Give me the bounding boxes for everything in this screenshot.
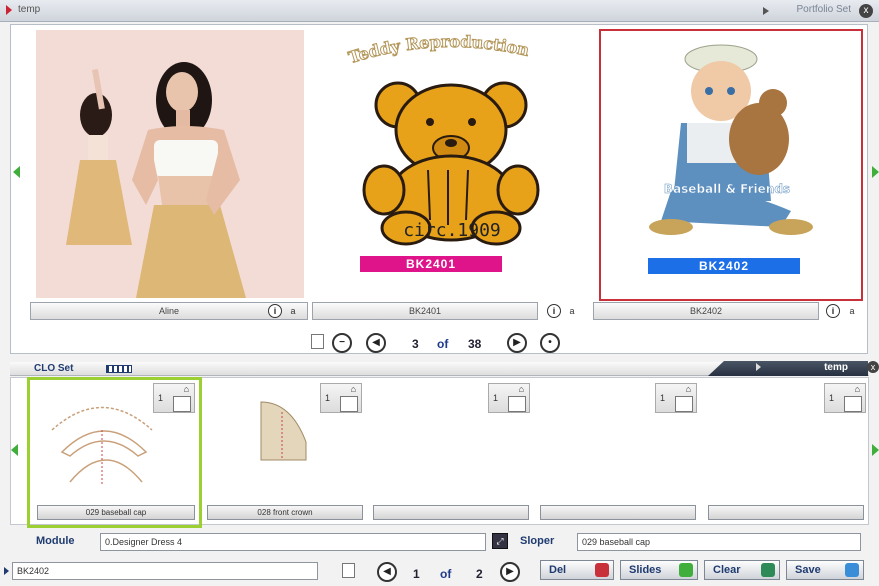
sloper-field[interactable]: 029 baseball cap — [577, 533, 861, 551]
clo-set-label: CLO Set — [34, 363, 74, 374]
save-button[interactable]: Save — [786, 560, 864, 580]
slides-button[interactable]: Slides — [620, 560, 698, 580]
gallery-card-bk2401[interactable]: Teddy Reproduction circ.1909 BK2401 — [318, 30, 586, 298]
delete-button[interactable]: Del — [540, 560, 614, 580]
lock-icon[interactable]: ⌂ — [519, 384, 524, 394]
thumb-caption — [373, 505, 529, 520]
prev-page-icon[interactable]: ◀ — [366, 333, 386, 353]
gallery-caption-bk2402[interactable]: BK2402 — [593, 302, 819, 320]
module-label: Module — [36, 535, 75, 547]
svg-text:Teddy Reproduction: Teddy Reproduction — [346, 32, 531, 67]
thumb-controls: 1 ⌂ — [488, 383, 530, 413]
thumb-controls: 1 ⌂ — [655, 383, 697, 413]
teddy-title-text: Teddy Reproduction — [346, 31, 532, 67]
caption-text: Aline — [158, 306, 179, 316]
prev-page-icon[interactable]: ◀ — [377, 562, 397, 582]
thumb-checkbox[interactable] — [844, 396, 862, 412]
thumb-controls: 1 ⌂ — [153, 383, 195, 413]
clear-label: Clear — [713, 564, 741, 576]
gallery-card-bk2402[interactable]: Baseball & Friends BK2402 — [599, 29, 863, 301]
close-icon[interactable]: x — [859, 4, 873, 18]
baseball-friends-text: Baseball & Friends — [664, 182, 790, 196]
thumb-caption — [540, 505, 696, 520]
save-icon — [845, 563, 859, 577]
page-total: 2 — [476, 567, 483, 581]
lock-icon[interactable]: ⌂ — [686, 384, 691, 394]
tag-bk2401: BK2401 — [360, 256, 502, 272]
clo-next-arrow-icon[interactable] — [872, 444, 879, 456]
gallery-caption-aline[interactable]: Aline — [30, 302, 308, 320]
gallery-next-arrow-icon[interactable] — [872, 166, 879, 178]
title-bar: temp Portfolio Set x — [0, 0, 879, 22]
window-title: temp — [18, 4, 41, 15]
bottom-checkbox[interactable] — [342, 563, 355, 578]
page-of-label: of — [440, 567, 452, 581]
item-count: 1 — [158, 393, 164, 403]
page-current: 3 — [412, 337, 419, 351]
gallery-card-aline[interactable] — [36, 30, 304, 298]
slides-icon — [679, 563, 693, 577]
next-page-icon[interactable]: ▶ — [500, 562, 520, 582]
module-field[interactable]: 0.Designer Dress 4 — [100, 533, 486, 551]
tab-arrow-icon — [756, 363, 761, 371]
thumb-checkbox[interactable] — [173, 396, 191, 412]
item-name-field[interactable]: BK2402 — [12, 562, 318, 580]
sloper-label: Sloper — [520, 535, 555, 547]
pattern-baseball-cap — [51, 406, 153, 485]
zoom-in-icon[interactable]: • — [540, 333, 560, 353]
thumb-controls: 1 ⌂ — [824, 383, 866, 413]
info-icon[interactable]: i — [826, 304, 840, 318]
lock-icon[interactable]: ⌂ — [351, 384, 356, 394]
delete-label: Del — [549, 564, 567, 576]
clear-icon — [761, 563, 775, 577]
item-count: 1 — [493, 393, 499, 403]
gallery-prev-arrow-icon[interactable] — [13, 166, 20, 178]
select-checkbox[interactable] — [311, 334, 324, 349]
play-arrow-icon — [763, 7, 769, 15]
page-of-label: of — [437, 337, 449, 351]
info-icon[interactable]: i — [268, 304, 282, 318]
expand-arrow-icon[interactable] — [4, 567, 9, 575]
item-count: 1 — [325, 393, 331, 403]
set-tab-label: temp — [824, 362, 848, 373]
page-total: 38 — [468, 337, 482, 351]
thumb-checkbox[interactable] — [675, 396, 693, 412]
lock-icon[interactable]: a — [846, 305, 858, 317]
caption-text: BK2402 — [689, 306, 723, 316]
thumb-checkbox[interactable] — [508, 396, 526, 412]
close-icon[interactable]: x — [867, 361, 879, 373]
grid-view-icon[interactable] — [106, 365, 132, 373]
page-current: 1 — [413, 567, 420, 581]
fashion-photo — [36, 30, 304, 298]
slides-label: Slides — [629, 564, 662, 576]
thumb-checkbox[interactable] — [340, 396, 358, 412]
pattern-front-crown — [260, 401, 307, 461]
thumb-caption: 028 front crown — [207, 505, 363, 520]
thumb-caption: 029 baseball cap — [37, 505, 195, 520]
thumb-controls: 1 ⌂ — [320, 383, 362, 413]
clear-button[interactable]: Clear — [704, 560, 780, 580]
save-label: Save — [795, 564, 821, 576]
gallery-caption-bk2401[interactable]: BK2401 — [312, 302, 538, 320]
module-browse-icon[interactable]: ⤢ — [492, 533, 508, 549]
clo-prev-arrow-icon[interactable] — [11, 444, 18, 456]
zoom-out-icon[interactable]: − — [332, 333, 352, 353]
item-count: 1 — [660, 393, 666, 403]
item-count: 1 — [829, 393, 835, 403]
info-icon[interactable]: i — [547, 304, 561, 318]
collapse-arrow-icon[interactable] — [6, 5, 12, 15]
set-tab[interactable]: temp — [708, 361, 868, 376]
lock-icon[interactable]: ⌂ — [855, 384, 860, 394]
teddy-subtitle: circ.1909 — [403, 220, 501, 241]
thumb-caption — [708, 505, 864, 520]
next-page-icon[interactable]: ▶ — [507, 333, 527, 353]
lock-icon[interactable]: ⌂ — [184, 384, 189, 394]
delete-icon — [595, 563, 609, 577]
caption-text: BK2401 — [408, 306, 442, 316]
lock-icon[interactable]: a — [566, 305, 578, 317]
portfolio-set-label[interactable]: Portfolio Set — [797, 4, 851, 15]
lock-icon[interactable]: a — [287, 305, 299, 317]
tag-bk2402: BK2402 — [648, 258, 800, 274]
